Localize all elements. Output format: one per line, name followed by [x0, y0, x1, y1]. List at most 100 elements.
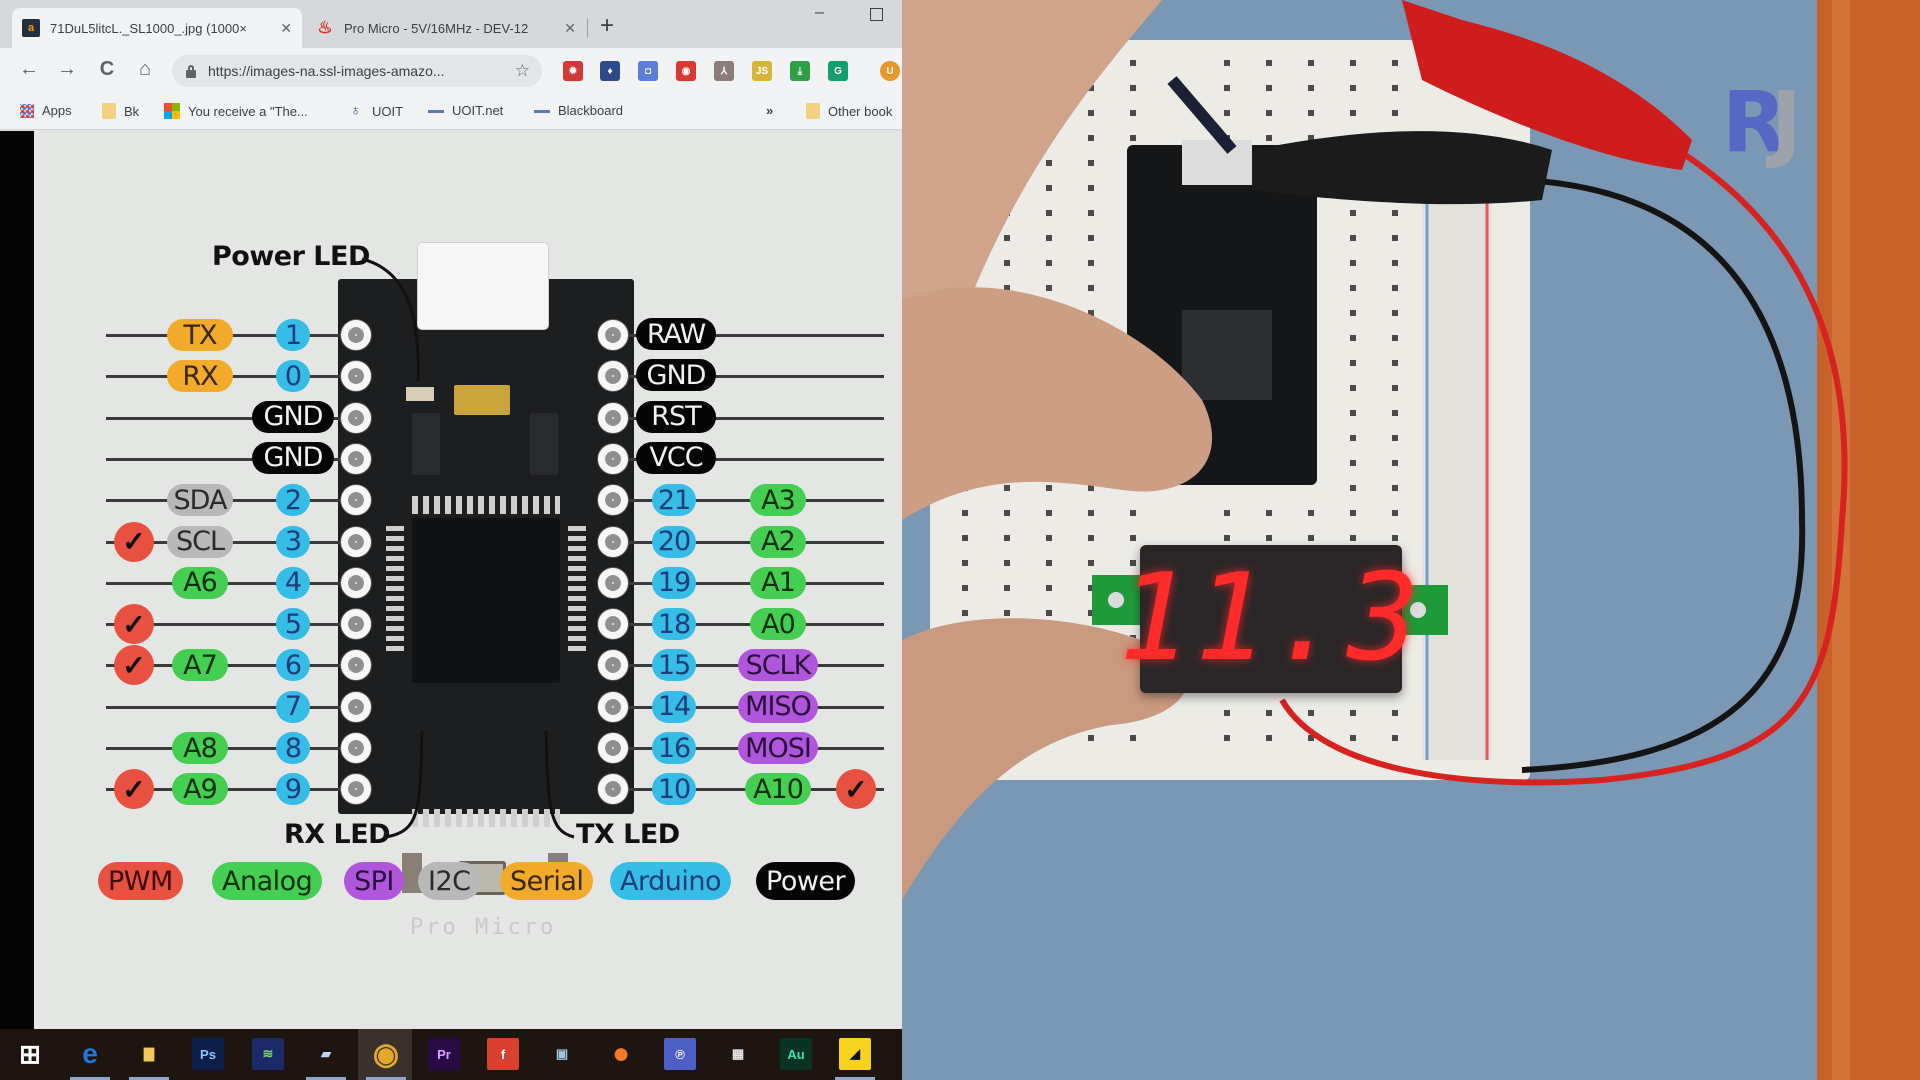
premiere-icon[interactable]: Pr — [428, 1038, 460, 1070]
pin-pad — [598, 733, 628, 763]
arduino-pin-number: 6 — [276, 649, 310, 682]
calculator-icon[interactable]: ▦ — [722, 1038, 754, 1070]
breadboard-hole — [1350, 360, 1356, 366]
chrome-icon[interactable]: ◉ — [370, 1038, 402, 1071]
breadboard-hole — [1350, 510, 1356, 516]
bookmark-microsoft[interactable]: You receive a "The... — [164, 103, 308, 119]
photoshop-icon[interactable]: Ps — [192, 1038, 224, 1070]
bookmark-uoit-net[interactable]: UOIT.net — [428, 103, 503, 118]
breadboard-hole — [1046, 485, 1052, 491]
breadboard-hole — [1224, 710, 1230, 716]
photos-app-icon[interactable]: ▣ — [546, 1038, 578, 1070]
new-tab-button[interactable]: + — [600, 14, 614, 38]
bookmark-bk[interactable]: Bk — [102, 103, 139, 119]
sticky-notes-icon[interactable]: ◢ — [839, 1038, 871, 1070]
close-tab-icon[interactable]: ✕ — [280, 20, 292, 37]
breadboard-hole — [1350, 385, 1356, 391]
legend-power: Power — [756, 862, 856, 900]
pin-function-label: A1 — [750, 566, 806, 599]
breadboard-hole — [962, 535, 968, 541]
legend-arduino: Arduino — [610, 862, 731, 900]
foxit-icon[interactable]: f — [487, 1038, 519, 1070]
minimize-button[interactable]: – — [815, 4, 824, 22]
firefox-icon[interactable]: ● — [605, 1037, 637, 1070]
folder-icon — [102, 103, 116, 119]
microsoft-icon — [164, 103, 180, 119]
pin-pad — [341, 485, 371, 516]
link-icon — [534, 110, 550, 113]
ext-camera-icon[interactable]: ◘ — [638, 61, 658, 81]
breadboard-hole — [1004, 510, 1010, 516]
arduino-pin-number: 14 — [652, 690, 696, 723]
breadboard-hole — [1350, 310, 1356, 316]
app-stripes-icon[interactable]: ≋ — [252, 1038, 284, 1070]
bookmark-label: UOIT.net — [452, 103, 504, 118]
arduino-pin-number: 20 — [652, 525, 696, 558]
forward-button[interactable]: → — [54, 58, 80, 81]
breadboard-hole — [1350, 260, 1356, 266]
pin-pad — [341, 733, 371, 763]
other-bookmarks-folder[interactable]: Other book — [806, 103, 892, 119]
ext-red-gear-icon[interactable]: ✹ — [563, 61, 583, 81]
tab-amazon-image[interactable]: a 71DuL5litcL._SL1000_.jpg (1000× ✕ — [12, 8, 302, 48]
bookmark-star-icon[interactable]: ☆ — [515, 61, 530, 81]
address-bar[interactable]: https://images-na.ssl-images-amazo... ☆ — [172, 55, 542, 87]
tx-led-arrow — [544, 730, 575, 839]
bookmarks-overflow-button[interactable]: » — [766, 103, 773, 118]
lock-icon — [186, 65, 196, 78]
home-button[interactable]: ⌂ — [132, 58, 158, 81]
app-p-icon[interactable]: ℗ — [664, 1038, 696, 1070]
breadboard-hole — [1350, 710, 1356, 716]
reload-button[interactable]: C — [94, 58, 120, 81]
breadboard-hole — [1046, 535, 1052, 541]
maximize-button[interactable] — [870, 8, 883, 21]
ext-download-icon[interactable]: ⤓ — [790, 61, 810, 81]
ext-grammarly-icon[interactable]: G — [828, 61, 848, 81]
voltmeter-reading: 11.3 — [1118, 549, 1424, 688]
breadboard-hole — [1350, 210, 1356, 216]
breadboard-hole — [1308, 110, 1314, 116]
breadboard-hole — [962, 510, 968, 516]
uoit-shield-icon: ♁ — [350, 102, 362, 119]
file-explorer-icon[interactable]: ▇ — [133, 1038, 165, 1070]
legend-analog: Analog — [212, 862, 323, 900]
tab-pro-micro[interactable]: ♨ Pro Micro - 5V/16MHz - DEV-12 ✕ — [306, 8, 586, 48]
bookmark-blackboard[interactable]: Blackboard — [534, 103, 623, 118]
breadboard-hole — [1224, 510, 1230, 516]
audition-icon[interactable]: Au — [780, 1038, 812, 1070]
edge-icon[interactable]: e — [74, 1038, 106, 1070]
bookmark-label: Bk — [124, 103, 140, 119]
folder-icon — [806, 103, 820, 119]
ext-orange-u-icon[interactable]: U — [880, 61, 900, 81]
breadboard-hole — [1266, 135, 1272, 141]
arduino-pin-number: 16 — [652, 732, 696, 764]
bookmark-apps[interactable]: Apps — [20, 103, 72, 118]
pin-function-label: A2 — [750, 525, 806, 558]
tab-separator — [587, 18, 588, 38]
pin-pad — [341, 402, 371, 433]
breadboard-hole — [1350, 60, 1356, 66]
breadboard-hole — [1266, 110, 1272, 116]
legend-serial: Serial — [500, 862, 594, 900]
pin-function-label: A8 — [172, 732, 228, 764]
breadboard-hole — [1266, 85, 1272, 91]
browser-toolbar: ← → C ⌂ https://images-na.ssl-images-ama… — [0, 48, 902, 94]
bookmark-uoit[interactable]: ♁ UOIT — [350, 103, 403, 119]
tab-strip: a 71DuL5litcL._SL1000_.jpg (1000× ✕ ♨ Pr… — [0, 0, 902, 48]
ext-pdf-icon[interactable]: ⅄ — [714, 61, 734, 81]
windows-start-icon[interactable]: ⊞ — [14, 1038, 46, 1070]
breadboard-hole — [1350, 110, 1356, 116]
breadboard-hole — [1046, 285, 1052, 291]
back-button[interactable]: ← — [16, 58, 42, 81]
breadboard-hole — [1392, 485, 1398, 491]
arduino-pin-number: 21 — [652, 484, 696, 517]
ext-record-icon[interactable]: ◉ — [676, 61, 696, 81]
close-tab-icon[interactable]: ✕ — [564, 20, 576, 37]
ext-blue-square-icon[interactable]: ♦ — [600, 61, 620, 81]
notepad-icon[interactable]: ▰ — [310, 1038, 342, 1070]
breadboard-hole — [1130, 85, 1136, 91]
sparkfun-icon: ♨ — [317, 18, 333, 37]
ext-js-icon[interactable]: JS — [752, 61, 772, 81]
arduino-pin-number: 3 — [276, 525, 310, 558]
bookmark-label: Blackboard — [558, 103, 624, 118]
